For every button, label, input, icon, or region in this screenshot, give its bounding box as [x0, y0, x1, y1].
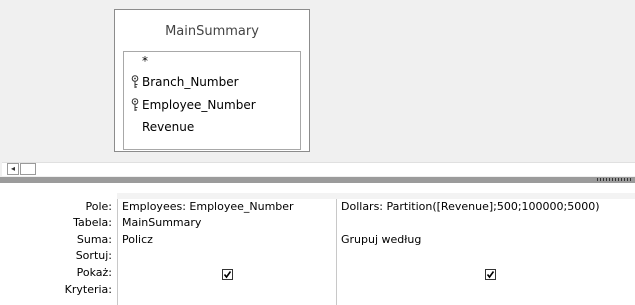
scroll-thumb[interactable]: [20, 163, 36, 175]
row-label-criteria: Kryteria:: [64, 283, 112, 296]
field-branch-number[interactable]: Branch_Number: [131, 75, 239, 89]
scroll-left-icon[interactable]: ◂: [7, 163, 19, 175]
cell-field[interactable]: Dollars: Partition([Revenue];500;100000;…: [341, 200, 600, 213]
key-icon: [130, 98, 140, 112]
table-design-pane: MainSummary * Branch_Number Employee_Num…: [0, 0, 635, 177]
field-label: Revenue: [142, 120, 195, 134]
field-revenue[interactable]: Revenue: [142, 120, 194, 134]
field-all[interactable]: *: [142, 54, 148, 68]
checkmark-icon: [486, 271, 495, 279]
cell-total[interactable]: Grupuj według: [341, 233, 421, 246]
row-label-show: Pokaż:: [76, 266, 112, 279]
field-label: *: [142, 54, 148, 68]
row-label-field: Pole:: [85, 200, 112, 213]
grid-column-1: Employees: Employee_Number MainSummary P…: [117, 199, 337, 305]
horizontal-scrollbar[interactable]: ◂: [2, 162, 635, 176]
field-label: Employee_Number: [142, 98, 256, 112]
field-list-title: MainSummary: [165, 24, 259, 39]
checkmark-icon: [223, 271, 232, 279]
cell-field[interactable]: Employees: Employee_Number: [122, 200, 294, 213]
field-list-mainsummary[interactable]: MainSummary * Branch_Number Employee_Num…: [114, 9, 310, 152]
key-icon: [130, 75, 140, 89]
row-label-table: Tabela:: [73, 216, 112, 229]
cell-table[interactable]: MainSummary: [122, 216, 201, 229]
splitter-grip-icon[interactable]: [597, 178, 633, 181]
grid-column-2: Dollars: Partition([Revenue];500;100000;…: [336, 199, 635, 305]
row-label-sort: Sortuj:: [75, 249, 112, 262]
show-checkbox[interactable]: [485, 269, 496, 280]
field-list-body: * Branch_Number Employee_Number Revenue: [123, 51, 301, 150]
row-label-total: Suma:: [76, 233, 112, 246]
field-label: Branch_Number: [142, 75, 239, 89]
query-design-grid: Pole: Tabela: Suma: Sortuj: Pokaż: Kryte…: [0, 183, 635, 305]
field-employee-number[interactable]: Employee_Number: [131, 98, 256, 112]
show-checkbox[interactable]: [222, 269, 233, 280]
cell-total[interactable]: Policz: [122, 233, 153, 246]
